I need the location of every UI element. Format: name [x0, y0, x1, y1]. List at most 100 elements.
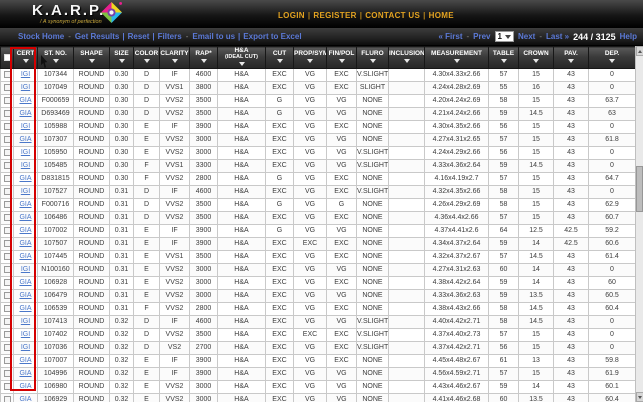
cert-link[interactable]: GIA: [19, 240, 31, 247]
prev-page-link[interactable]: Prev: [473, 32, 490, 41]
reset-link[interactable]: Reset: [128, 32, 150, 41]
row-checkbox[interactable]: [3, 187, 11, 195]
filters-link[interactable]: Filters: [158, 32, 182, 41]
karp-logo[interactable]: K.A.R.P. / A synonym of perfection: [32, 2, 105, 25]
export-to-excel-link[interactable]: Export to Excel: [243, 32, 301, 41]
get-results-link[interactable]: Get Results: [75, 32, 119, 41]
row-checkbox[interactable]: [3, 148, 11, 156]
cert-link[interactable]: GIA: [19, 227, 31, 234]
cert-link[interactable]: GIA: [19, 357, 31, 364]
filter-arrow-icon[interactable]: [369, 59, 376, 63]
filter-arrow-icon[interactable]: [500, 59, 507, 63]
last-page-link[interactable]: Last »: [546, 32, 569, 41]
cert-link[interactable]: GIA: [19, 201, 31, 208]
row-checkbox[interactable]: [3, 304, 11, 312]
column-header-rap[interactable]: RAP*: [189, 46, 218, 69]
filter-arrow-icon[interactable]: [568, 59, 574, 63]
filter-arrow-icon[interactable]: [238, 62, 245, 66]
column-header-measurement[interactable]: MEASUREMENT: [424, 46, 489, 69]
scroll-down-button[interactable]: [636, 392, 643, 402]
cert-link[interactable]: IGI: [21, 344, 30, 351]
row-checkbox[interactable]: [3, 265, 11, 273]
cert-link[interactable]: IGI: [21, 71, 30, 78]
column-header-shape[interactable]: SHAPE: [73, 46, 110, 69]
cert-link[interactable]: GIA: [19, 253, 31, 260]
row-checkbox[interactable]: [3, 135, 11, 143]
filter-arrow-icon[interactable]: [22, 59, 29, 63]
cert-link[interactable]: IGI: [21, 318, 30, 325]
cert-link[interactable]: GIA: [19, 279, 31, 286]
cert-link[interactable]: IGI: [21, 331, 30, 338]
login-link[interactable]: LOGIN: [278, 11, 305, 20]
cert-link[interactable]: GIA: [19, 305, 31, 312]
column-header-size[interactable]: SIZE: [109, 46, 134, 69]
column-header-clarity[interactable]: CLARITY: [159, 46, 190, 69]
cert-link[interactable]: GIA: [19, 292, 31, 299]
row-checkbox[interactable]: [3, 174, 11, 182]
row-checkbox[interactable]: [3, 109, 11, 117]
cert-link[interactable]: IGI: [21, 188, 30, 195]
column-header-color[interactable]: COLOR: [133, 46, 160, 69]
filter-arrow-icon[interactable]: [307, 59, 313, 63]
column-header-dep[interactable]: DEP.: [588, 46, 635, 69]
email-to-us-link[interactable]: Email to us: [192, 32, 235, 41]
cert-link[interactable]: IGI: [21, 123, 30, 130]
row-checkbox[interactable]: [3, 213, 11, 221]
filter-arrow-icon[interactable]: [609, 59, 615, 63]
row-checkbox[interactable]: [3, 369, 11, 377]
cert-link[interactable]: GIA: [19, 396, 31, 402]
select-all-checkbox[interactable]: [3, 53, 11, 61]
cert-link[interactable]: GIA: [19, 370, 31, 377]
filter-arrow-icon[interactable]: [171, 59, 178, 63]
column-header-table[interactable]: TABLE: [488, 46, 519, 69]
cert-link[interactable]: GIA: [19, 214, 31, 221]
contact-us-link[interactable]: CONTACT US: [365, 11, 420, 20]
help-link[interactable]: Help: [620, 32, 637, 41]
row-checkbox[interactable]: [3, 330, 11, 338]
cert-link[interactable]: GIA: [19, 175, 31, 182]
register-link[interactable]: REGISTER: [313, 11, 356, 20]
column-header-pav[interactable]: PAV.: [553, 46, 589, 69]
filter-arrow-icon[interactable]: [338, 59, 345, 63]
row-checkbox[interactable]: [3, 395, 11, 402]
filter-arrow-icon[interactable]: [200, 59, 207, 63]
filter-arrow-icon[interactable]: [118, 59, 125, 63]
next-page-link[interactable]: Next: [518, 32, 535, 41]
scrollbar-thumb[interactable]: [636, 166, 643, 212]
row-checkbox[interactable]: [3, 226, 11, 234]
page-select[interactable]: 1: [494, 31, 514, 42]
filter-arrow-icon[interactable]: [52, 59, 59, 63]
row-checkbox[interactable]: [3, 70, 11, 78]
column-header-crown[interactable]: CROWN: [518, 46, 554, 69]
filter-arrow-icon[interactable]: [276, 59, 283, 63]
column-header-prop_sym[interactable]: PROP/SYM: [293, 46, 327, 69]
row-checkbox[interactable]: [3, 343, 11, 351]
first-page-link[interactable]: « First: [438, 32, 462, 41]
filter-arrow-icon[interactable]: [143, 59, 150, 63]
cert-link[interactable]: GIA: [19, 110, 31, 117]
filter-arrow-icon[interactable]: [88, 59, 95, 63]
row-checkbox[interactable]: [3, 200, 11, 208]
column-header-ha[interactable]: H&A (IDEAL CUT): [217, 46, 266, 69]
column-header-cut[interactable]: CUT: [265, 46, 294, 69]
row-checkbox[interactable]: [3, 382, 11, 390]
row-checkbox[interactable]: [3, 239, 11, 247]
cert-link[interactable]: IGI: [21, 149, 30, 156]
cert-link[interactable]: GIA: [19, 97, 31, 104]
column-header-st_no[interactable]: ST. NO.: [37, 46, 74, 69]
column-header-fin_pol[interactable]: FIN/POL: [326, 46, 357, 69]
stock-home-link[interactable]: Stock Home: [18, 32, 64, 41]
cert-link[interactable]: GIA: [19, 383, 31, 390]
row-checkbox[interactable]: [3, 278, 11, 286]
cert-link[interactable]: GIA: [19, 136, 31, 143]
column-header-cert[interactable]: CERT: [13, 46, 38, 69]
row-checkbox[interactable]: [3, 317, 11, 325]
column-header-fluro[interactable]: FLURO: [356, 46, 389, 69]
cert-link[interactable]: IGI: [21, 162, 30, 169]
row-checkbox[interactable]: [3, 83, 11, 91]
row-checkbox[interactable]: [3, 356, 11, 364]
home-link[interactable]: HOME: [429, 11, 454, 20]
filter-arrow-icon[interactable]: [403, 59, 410, 63]
column-header-inclusion[interactable]: INCLUSION: [388, 46, 425, 69]
scroll-up-button[interactable]: [636, 46, 643, 56]
